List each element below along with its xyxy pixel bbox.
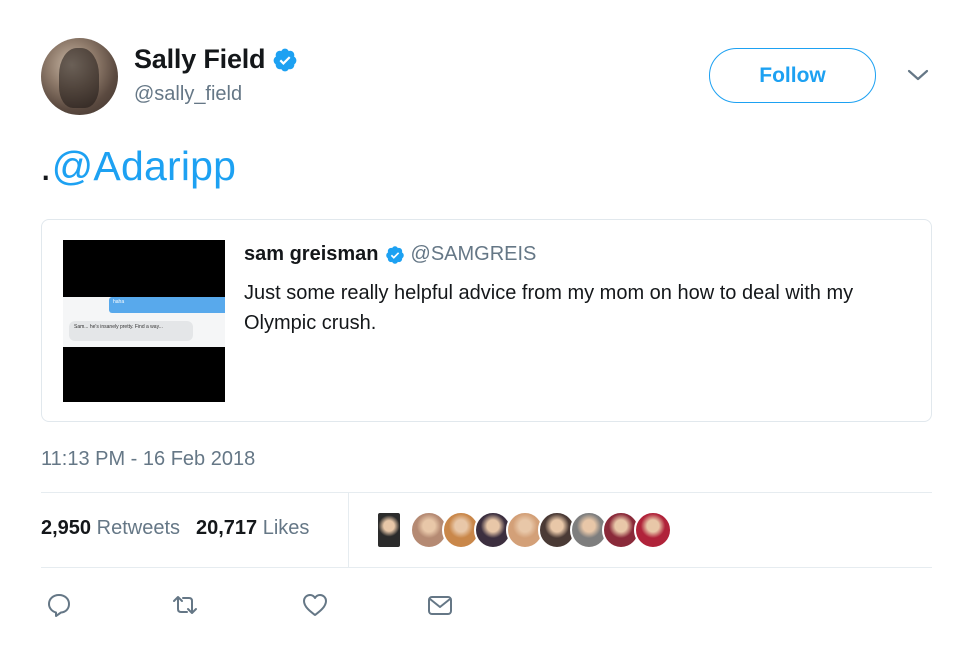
author-handle[interactable]: @sally_field <box>134 83 242 106</box>
quoted-tweet-text: Just some really helpful advice from my … <box>244 282 854 334</box>
reply-icon[interactable] <box>44 590 74 620</box>
liker-avatar[interactable] <box>634 511 672 549</box>
quoted-tweet-header: sam greisman @SAMGREIS <box>244 243 536 266</box>
retweets-stat[interactable]: 2,950 Retweets <box>41 517 180 540</box>
author-avatar[interactable] <box>41 38 118 115</box>
tweet-text: .@Adaripp <box>40 143 236 190</box>
verified-badge-icon <box>273 48 297 71</box>
likes-label: Likes <box>262 517 310 539</box>
message-bubble-received: Sam... he's insanely pretty. Find a way.… <box>69 321 193 341</box>
tweet-text-prefix: . <box>40 143 52 189</box>
likes-count: 20,717 <box>196 517 258 539</box>
divider <box>41 567 932 568</box>
tweet-timestamp[interactable]: 11:13 PM - 16 Feb 2018 <box>41 448 255 471</box>
quoted-tweet-media[interactable]: haha Sam... he's insanely pretty. Find a… <box>63 240 225 402</box>
follow-button[interactable]: Follow <box>709 48 876 103</box>
tweet-action-bar <box>0 590 980 624</box>
quoted-tweet-card[interactable]: haha Sam... he's insanely pretty. Find a… <box>41 219 932 422</box>
mention-link[interactable]: @Adaripp <box>52 143 237 189</box>
like-icon[interactable] <box>300 590 330 620</box>
liker-avatar[interactable] <box>376 511 402 549</box>
retweets-count: 2,950 <box>41 517 92 539</box>
media-screenshot-area: haha Sam... he's insanely pretty. Find a… <box>63 297 225 347</box>
divider <box>41 492 932 493</box>
quoted-author-name[interactable]: sam greisman <box>244 243 379 266</box>
retweet-icon[interactable] <box>170 590 200 620</box>
retweets-label: Retweets <box>96 517 180 539</box>
verified-badge-icon <box>385 245 404 264</box>
chevron-down-icon[interactable] <box>905 64 931 86</box>
stats-separator <box>348 493 349 567</box>
dm-icon[interactable] <box>425 590 455 620</box>
author-name-row: Sally Field <box>134 44 298 75</box>
author-display-name[interactable]: Sally Field <box>134 44 266 75</box>
likes-stat[interactable]: 20,717 Likes <box>196 517 309 540</box>
quoted-author-handle[interactable]: @SAMGREIS <box>411 243 537 266</box>
tweet-stats: 2,950 Retweets 20,717 Likes <box>41 517 309 540</box>
likers-avatar-list <box>376 511 672 549</box>
message-bubble-sent: haha <box>109 297 225 313</box>
